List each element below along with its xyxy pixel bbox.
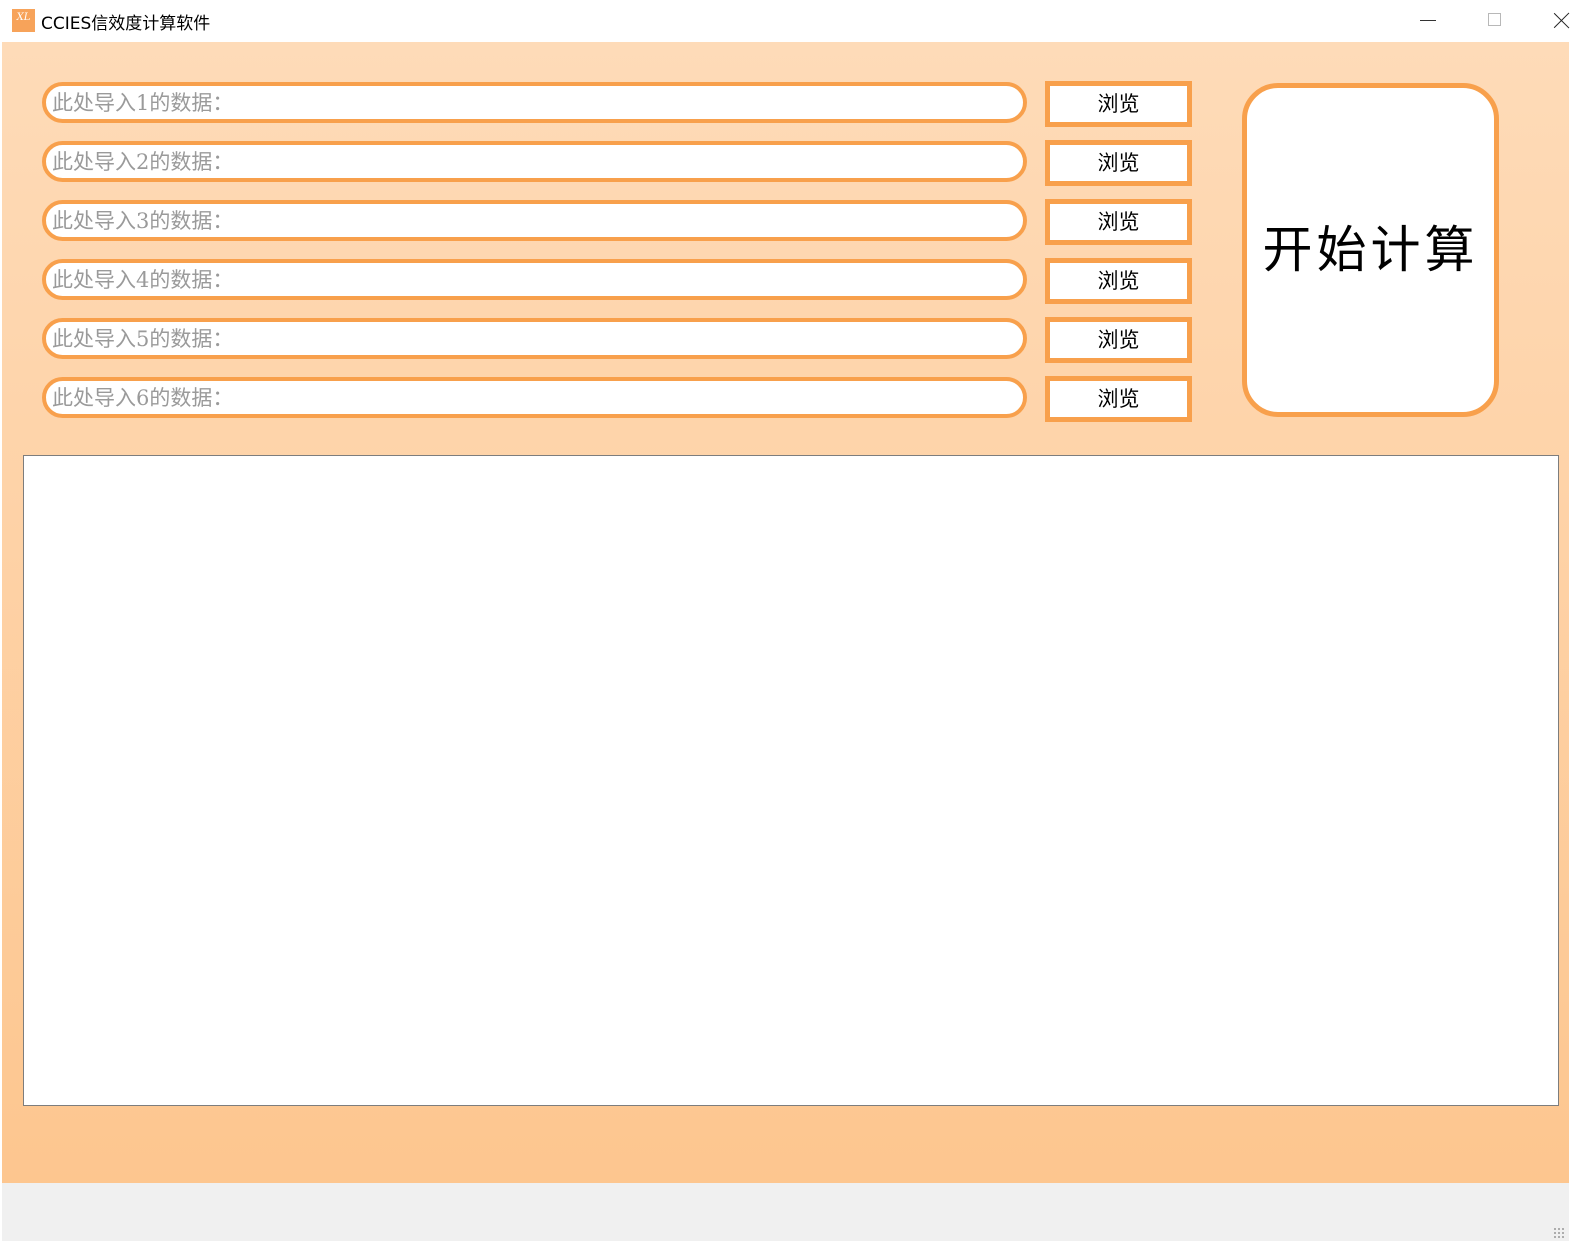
browse-button-5[interactable]: 浏览 (1045, 317, 1192, 363)
browse-button-1[interactable]: 浏览 (1045, 81, 1192, 127)
data-input-4[interactable] (42, 259, 1027, 300)
start-calculation-button[interactable]: 开始计算 (1242, 83, 1499, 417)
maximize-button[interactable] (1461, 0, 1529, 42)
app-window: XL CCIES信效度计算软件 浏览 浏览 浏览 浏览 浏览 浏览 开始计算 (0, 0, 1595, 1241)
window-title: CCIES信效度计算软件 (41, 14, 211, 34)
title-bar[interactable]: XL CCIES信效度计算软件 (0, 0, 1595, 42)
status-bar (2, 1183, 1569, 1241)
results-output-area[interactable] (23, 455, 1559, 1106)
close-icon (1554, 12, 1570, 28)
browse-button-4[interactable]: 浏览 (1045, 258, 1192, 304)
data-input-5[interactable] (42, 318, 1027, 359)
browse-button-6[interactable]: 浏览 (1045, 376, 1192, 422)
minimize-button[interactable] (1393, 0, 1461, 42)
main-panel: 浏览 浏览 浏览 浏览 浏览 浏览 开始计算 (2, 42, 1569, 1183)
data-input-2[interactable] (42, 141, 1027, 182)
browse-button-3[interactable]: 浏览 (1045, 199, 1192, 245)
minimize-icon (1420, 20, 1436, 21)
resize-grip-icon[interactable] (1553, 1227, 1565, 1239)
data-input-3[interactable] (42, 200, 1027, 241)
close-button[interactable] (1527, 0, 1595, 42)
data-input-1[interactable] (42, 82, 1027, 123)
browse-button-2[interactable]: 浏览 (1045, 140, 1192, 186)
data-input-6[interactable] (42, 377, 1027, 418)
app-logo-icon: XL (12, 9, 35, 32)
maximize-icon (1488, 13, 1501, 26)
